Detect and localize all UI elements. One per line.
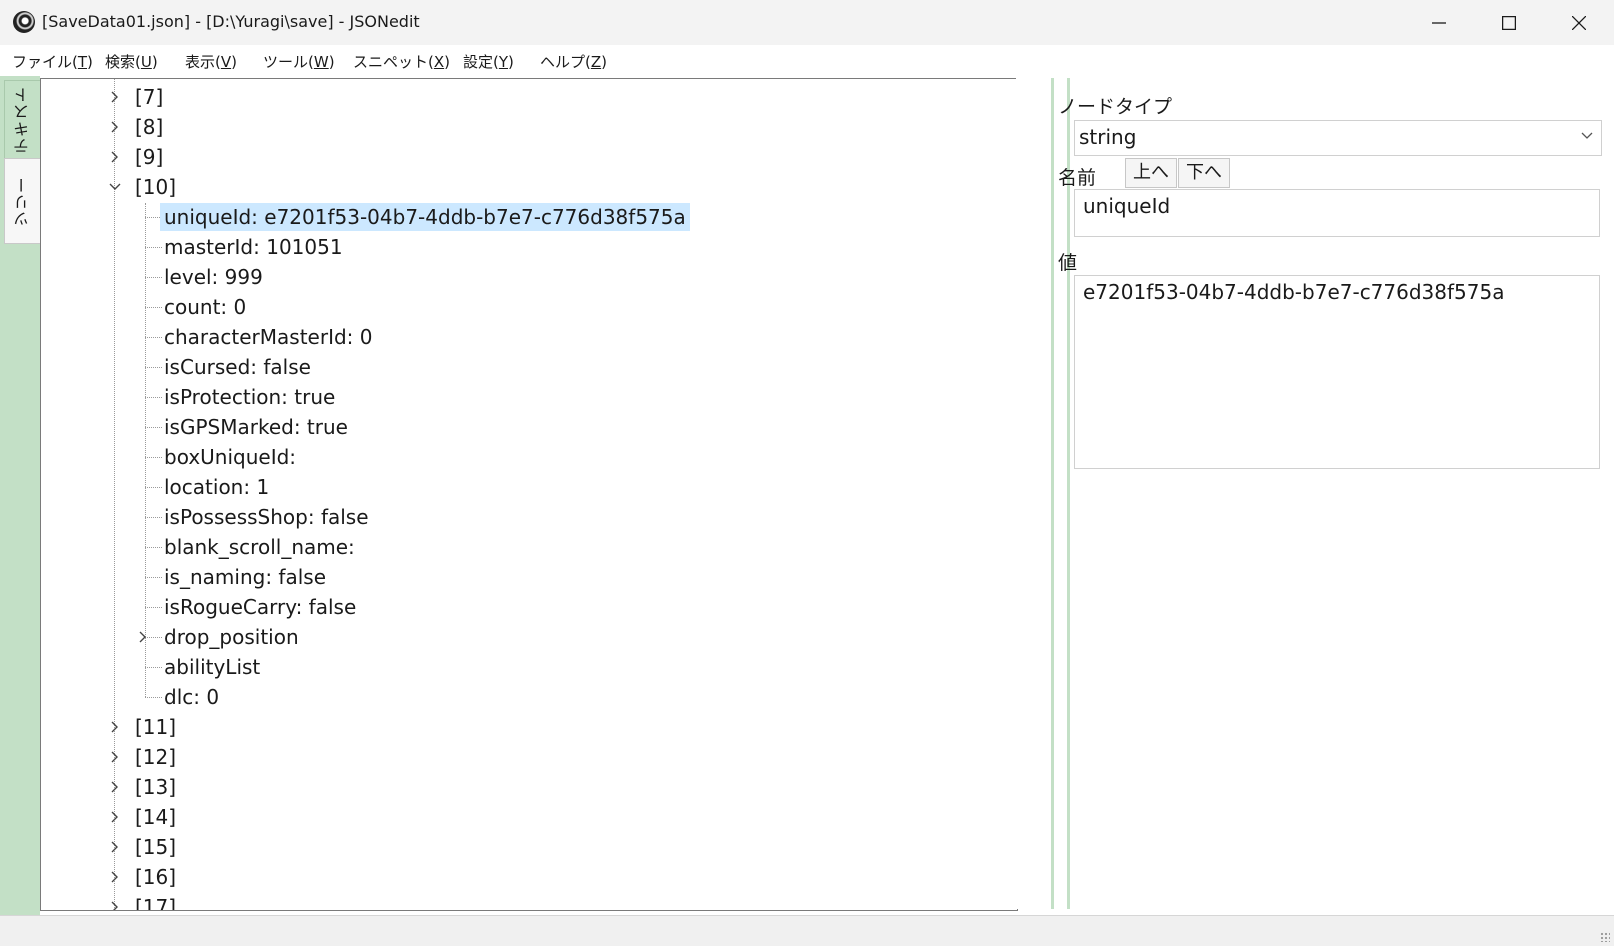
close-icon	[1572, 15, 1586, 30]
chevron-right-icon[interactable]	[109, 833, 121, 861]
chevron-right-icon[interactable]	[109, 713, 121, 741]
maximize-button[interactable]	[1474, 0, 1544, 45]
tree-node[interactable]: [8]	[135, 113, 163, 141]
view-tab-strip: テキスト ツリー	[0, 76, 40, 915]
tree-guide-line	[145, 697, 162, 698]
panel-divider-left	[1051, 78, 1054, 909]
name-label: 名前	[1058, 167, 1097, 189]
menu-tools[interactable]: ツール(W)	[263, 51, 335, 72]
tree-node-selected[interactable]: uniqueId: e7201f53-04b7-4ddb-b7e7-c776d3…	[160, 203, 690, 231]
tree-node[interactable]: boxUniqueId:	[164, 443, 296, 471]
chevron-right-icon[interactable]	[109, 83, 121, 111]
tree-node[interactable]: isRogueCarry: false	[164, 593, 356, 621]
value-textarea-text: e7201f53-04b7-4ddb-b7e7-c776d38f575a	[1083, 280, 1505, 304]
tree-node[interactable]: blank_scroll_name:	[164, 533, 355, 561]
tree-node[interactable]: [15]	[135, 833, 176, 861]
tree-node[interactable]: isGPSMarked: true	[164, 413, 348, 441]
name-input-value: uniqueId	[1083, 194, 1171, 218]
tree-guide-line	[145, 247, 162, 248]
tree-guide-line	[145, 427, 162, 428]
tree-node[interactable]: isProtection: true	[164, 383, 335, 411]
tree-node[interactable]: isPossessShop: false	[164, 503, 369, 531]
status-bar	[0, 915, 1614, 946]
menu-settings[interactable]: 設定(Y)	[463, 51, 514, 72]
tree-node[interactable]: drop_position	[164, 623, 299, 651]
tree-node[interactable]: characterMasterId: 0	[164, 323, 373, 351]
minimize-icon	[1432, 21, 1446, 24]
menu-help[interactable]: ヘルプ(Z)	[540, 51, 607, 72]
tree-guide-line	[145, 487, 162, 488]
tab-tree-label: ツリー	[12, 175, 32, 227]
tree-guide-line	[145, 397, 162, 398]
value-textarea[interactable]: e7201f53-04b7-4ddb-b7e7-c776d38f575a	[1074, 275, 1600, 469]
menu-bar: ファイル(T) 検索(U) 表示(V) ツール(W) スニペット(X) 設定(Y…	[0, 45, 1614, 76]
chevron-right-icon[interactable]	[109, 113, 121, 141]
resize-grip-icon[interactable]	[1600, 932, 1610, 942]
tree-node[interactable]: dlc: 0	[164, 683, 219, 711]
menu-view[interactable]: 表示(V)	[185, 51, 237, 72]
menu-search[interactable]: 検索(U)	[105, 51, 158, 72]
tree-node[interactable]: is_naming: false	[164, 563, 326, 591]
tab-tree[interactable]: ツリー	[4, 158, 40, 244]
tree-node[interactable]: isCursed: false	[164, 353, 311, 381]
tree-content: [7] [8] [9] [10] uniqueId: e7201f53-04b7-4dd…	[41, 79, 1017, 910]
close-button[interactable]	[1544, 0, 1614, 45]
tree-node[interactable]: [9]	[135, 143, 163, 171]
tree-guide-line	[145, 547, 162, 548]
tree-guide-line	[145, 457, 162, 458]
menu-snippets[interactable]: スニペット(X)	[353, 51, 450, 72]
node-type-label: ノードタイプ	[1058, 96, 1173, 118]
tree-node[interactable]: [17]	[135, 893, 176, 910]
jsonedit-app-icon[interactable]	[13, 11, 35, 33]
chevron-right-icon[interactable]	[109, 773, 121, 801]
chevron-right-icon[interactable]	[109, 893, 121, 910]
tree-node[interactable]: location: 1	[164, 473, 269, 501]
tree-guide-line	[145, 667, 162, 668]
tree-node[interactable]: abilityList	[164, 653, 260, 681]
tree-guide-line	[145, 337, 162, 338]
chevron-down-icon	[1581, 132, 1593, 139]
tab-text-label: テキスト	[12, 86, 32, 154]
chevron-right-icon[interactable]	[109, 743, 121, 771]
maximize-icon	[1502, 15, 1516, 30]
chevron-right-icon[interactable]	[109, 863, 121, 891]
tree-node[interactable]: [11]	[135, 713, 176, 741]
tree-node[interactable]: count: 0	[164, 293, 246, 321]
json-tree-view[interactable]: [7] [8] [9] [10] uniqueId: e7201f53-04b7-4dd…	[40, 78, 1018, 911]
tree-node[interactable]: [10]	[135, 173, 176, 201]
tree-guide-line	[145, 517, 162, 518]
tree-guide-line	[145, 607, 162, 608]
title-bar: [SaveData01.json] - [D:\Yuragi\save] - J…	[0, 0, 1614, 45]
chevron-right-icon[interactable]	[137, 623, 149, 651]
tree-node[interactable]: [12]	[135, 743, 176, 771]
tree-node[interactable]: [14]	[135, 803, 176, 831]
tree-node[interactable]: masterId: 101051	[164, 233, 343, 261]
tree-guide-line	[145, 577, 162, 578]
value-label: 値	[1058, 252, 1078, 274]
tree-node[interactable]: level: 999	[164, 263, 263, 291]
window-title: [SaveData01.json] - [D:\Yuragi\save] - J…	[42, 12, 420, 31]
tab-text[interactable]: テキスト	[4, 80, 40, 160]
move-up-button[interactable]: 上へ	[1125, 158, 1177, 188]
tree-node[interactable]: [13]	[135, 773, 176, 801]
tree-guide-line	[145, 307, 162, 308]
tree-node[interactable]: [7]	[135, 83, 163, 111]
tree-guide-line	[145, 277, 162, 278]
tree-node[interactable]: [16]	[135, 863, 176, 891]
chevron-down-icon[interactable]	[109, 173, 121, 201]
move-down-button[interactable]: 下へ	[1178, 158, 1230, 188]
tree-guide-line	[145, 367, 162, 368]
minimize-button[interactable]	[1404, 0, 1474, 45]
menu-file[interactable]: ファイル(T)	[12, 51, 93, 72]
chevron-right-icon[interactable]	[109, 143, 121, 171]
node-type-select[interactable]: string	[1074, 120, 1602, 156]
panel-divider-right	[1067, 78, 1070, 909]
name-input[interactable]: uniqueId	[1074, 189, 1600, 237]
node-type-value: string	[1079, 125, 1137, 149]
chevron-right-icon[interactable]	[109, 803, 121, 831]
